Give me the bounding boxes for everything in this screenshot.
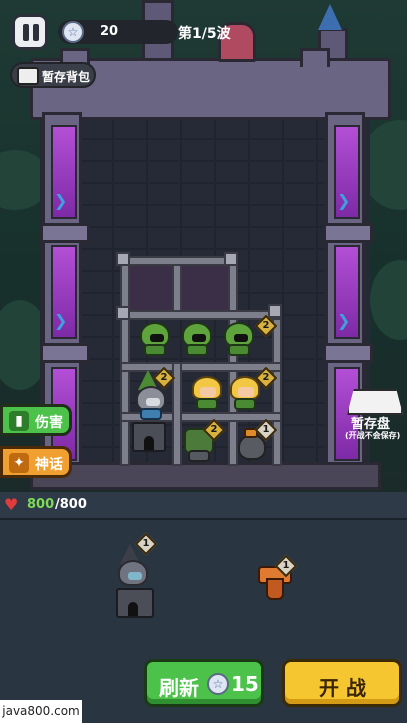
pause-icon <box>33 24 39 41</box>
watermark: java800.com <box>0 700 82 723</box>
pause-button[interactable] <box>12 14 48 50</box>
refresh-cost: 15 <box>231 672 259 696</box>
coin-icon: ☆ <box>207 673 229 695</box>
crenel <box>300 48 330 67</box>
wave-indicator: 第1/5波 <box>178 26 231 42</box>
stash-label: 暂存背包 <box>42 70 91 84</box>
backpack-icon <box>17 67 39 85</box>
wizard-unit-body[interactable] <box>136 386 166 420</box>
blond-elf-unit[interactable] <box>192 376 222 410</box>
start-label: 开 战 <box>319 676 366 700</box>
blond-elf-unit[interactable] <box>230 376 260 410</box>
coin-icon: ☆ <box>62 21 84 43</box>
damage-label: 伤害 <box>35 415 63 431</box>
temp-storage-tray[interactable]: 暂存盘 (开战不会保存) <box>345 385 403 440</box>
start-battle-button[interactable]: 开 战 <box>282 659 402 707</box>
bench-wizard-unit[interactable] <box>118 560 148 590</box>
coin-amount: 20 <box>100 24 119 39</box>
castle-floor <box>30 462 381 490</box>
storage-note: (开战不会保存) <box>345 431 401 440</box>
bar-chart-icon: ▮ <box>9 411 29 431</box>
stone-tower-unit[interactable] <box>132 422 166 452</box>
hooded-archer-unit[interactable] <box>182 322 212 356</box>
hooded-archer-unit[interactable] <box>140 322 170 356</box>
myth-button[interactable]: ✦ 神话 <box>0 446 72 478</box>
crossbow-base <box>266 578 284 600</box>
hp-current: 800 <box>27 497 55 512</box>
hp-max: /800 <box>55 497 87 512</box>
myth-label: 神话 <box>35 457 63 473</box>
stash-backpack-button[interactable]: 暂存背包 <box>10 62 96 88</box>
pause-icon <box>23 24 29 41</box>
spire-roof-icon <box>318 4 342 30</box>
hp-bar: ♥ 800 /800 <box>0 492 407 520</box>
myth-icon: ✦ <box>9 453 29 473</box>
tray-icon <box>347 389 403 415</box>
hooded-archer-unit[interactable] <box>224 322 254 356</box>
refresh-label: 刷新 <box>159 676 199 700</box>
heart-icon: ♥ <box>4 495 19 514</box>
refresh-button[interactable]: 刷新 ☆ 15 <box>144 659 264 707</box>
damage-button[interactable]: ▮ 伤害 <box>0 404 72 436</box>
foliage <box>370 260 407 340</box>
bench-stone-tower[interactable] <box>116 588 154 618</box>
